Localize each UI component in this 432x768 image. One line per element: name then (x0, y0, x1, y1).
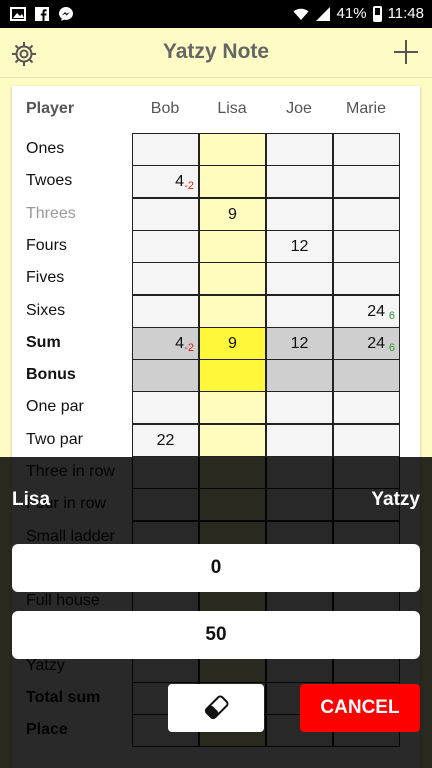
score-cell[interactable] (333, 230, 400, 263)
messenger-icon (59, 7, 73, 21)
score-cell[interactable] (132, 133, 199, 166)
row-label: Ones (26, 140, 65, 157)
score-cell[interactable] (266, 262, 333, 295)
row-label: Sixes (26, 302, 66, 319)
score-cell[interactable] (333, 391, 400, 424)
score-cell[interactable] (132, 359, 199, 392)
row-label: Fives (26, 269, 65, 286)
bonus-delta: -2 (184, 180, 194, 192)
score-cell[interactable] (333, 133, 400, 166)
score-cell[interactable]: 22 (132, 424, 199, 457)
score-value: 24 (367, 335, 385, 352)
erase-button[interactable] (168, 684, 264, 732)
score-cell[interactable] (199, 359, 266, 392)
score-cell[interactable] (132, 230, 199, 263)
score-value: 4 (175, 335, 184, 352)
score-cell[interactable]: 4 -2 (132, 165, 199, 198)
gallery-icon (10, 7, 26, 21)
bonus-delta: 6 (388, 310, 395, 322)
score-cell[interactable] (132, 198, 199, 231)
score-cell[interactable] (199, 262, 266, 295)
system-status: 41% 11:48 (293, 5, 424, 22)
battery-percent: 41% (336, 5, 367, 22)
battery-icon (372, 5, 382, 22)
score-cell[interactable] (333, 424, 400, 457)
score-cell[interactable] (199, 133, 266, 166)
player-name-joe: Joe (286, 100, 312, 117)
score-cell[interactable]: 24 6 (333, 295, 400, 328)
notification-icons (10, 6, 74, 22)
score-value: 4 (175, 173, 184, 190)
score-cell[interactable] (266, 359, 333, 392)
score-cell[interactable]: 24 6 (333, 327, 400, 360)
score-cell[interactable] (333, 359, 400, 392)
app-bar: Yatzy Note (0, 28, 432, 78)
score-cell[interactable]: 9 (199, 327, 266, 360)
score-value: 9 (228, 206, 237, 223)
row-label: Fours (26, 237, 67, 254)
player-name-marie: Marie (345, 100, 386, 117)
score-value: 9 (228, 335, 237, 352)
wifi-icon (293, 8, 309, 20)
row-label: Sum (26, 334, 61, 351)
facebook-icon (35, 7, 49, 21)
row-label: Threes (26, 205, 76, 222)
player-name-lisa: Lisa (217, 100, 247, 117)
score-cell[interactable] (199, 295, 266, 328)
app-title: Yatzy Note (162, 40, 270, 63)
score-cell[interactable] (266, 295, 333, 328)
score-cell[interactable] (132, 262, 199, 295)
cancel-button[interactable]: CANCEL (300, 684, 420, 732)
score-cell[interactable]: 12 (266, 230, 333, 263)
player-header: Player (26, 100, 75, 117)
status-bar: 41% 11:48 (0, 0, 432, 28)
plus-icon[interactable] (392, 38, 420, 66)
clock: 11:48 (387, 5, 424, 22)
score-cell[interactable] (266, 198, 333, 231)
bonus-delta: -2 (184, 342, 194, 354)
eraser-icon (204, 695, 229, 720)
score-option-button[interactable]: 50 (12, 611, 420, 659)
score-cell[interactable] (199, 424, 266, 457)
score-value: 24 (367, 303, 385, 320)
row-label: Twoes (26, 172, 73, 189)
score-cell[interactable] (266, 391, 333, 424)
score-option-button[interactable]: 0 (12, 544, 420, 592)
dialog-player-name: Lisa (12, 489, 51, 510)
player-name-bob: Bob (150, 100, 180, 117)
score-cell[interactable]: 4 -2 (132, 327, 199, 360)
score-cell[interactable] (266, 424, 333, 457)
score-cell[interactable] (266, 133, 333, 166)
score-cell[interactable] (333, 262, 400, 295)
dialog-category-name: Yatzy (371, 489, 420, 510)
row-label: Bonus (26, 366, 76, 383)
row-label: Two par (26, 431, 83, 448)
score-value: 12 (290, 335, 309, 352)
score-cell[interactable]: 12 (266, 327, 333, 360)
score-cell[interactable] (266, 165, 333, 198)
score-cell[interactable] (333, 165, 400, 198)
score-cell[interactable] (132, 295, 199, 328)
bonus-delta: 6 (388, 342, 395, 354)
score-cell[interactable] (199, 165, 266, 198)
score-value: 22 (156, 432, 175, 449)
row-label: One par (26, 398, 84, 415)
score-cell[interactable]: 9 (199, 198, 266, 231)
score-value: 12 (290, 238, 309, 255)
score-cell[interactable] (132, 391, 199, 424)
score-cell[interactable] (333, 198, 400, 231)
score-cell[interactable] (199, 230, 266, 263)
score-cell[interactable] (199, 391, 266, 424)
signal-icon (315, 6, 330, 21)
